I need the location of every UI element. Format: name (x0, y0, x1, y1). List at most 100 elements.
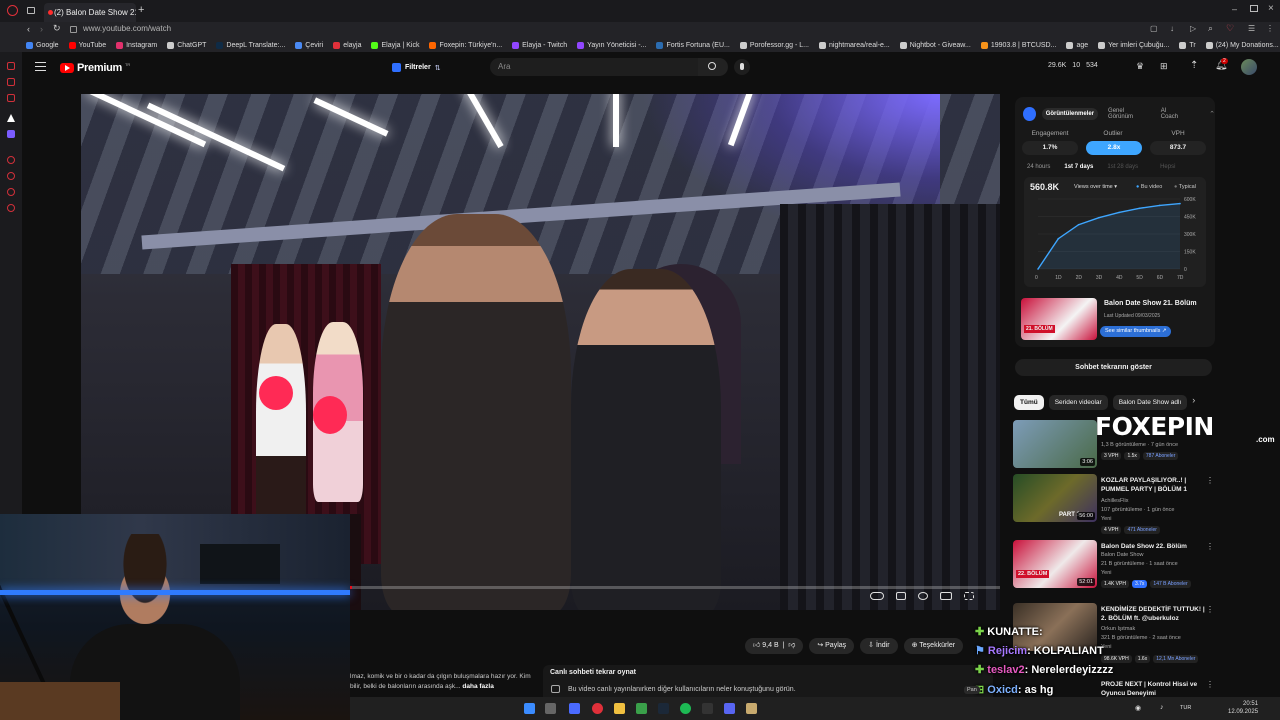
chips-next-icon[interactable]: › (1192, 395, 1195, 410)
app-icon[interactable] (636, 703, 647, 714)
sidebar-bookmarks-icon[interactable] (7, 78, 15, 86)
steam-icon[interactable] (658, 703, 669, 714)
bookmark-item[interactable]: (24) My Donations... (1205, 41, 1279, 49)
volume-icon[interactable]: ♪ (1160, 704, 1164, 711)
bookmark-item[interactable]: elayja (333, 41, 361, 49)
tab-ai-coach[interactable]: AI Coach (1157, 105, 1187, 123)
autoplay-toggle-icon[interactable] (870, 592, 884, 600)
new-tab-icon[interactable]: + (138, 4, 144, 16)
sidebar-clock-icon[interactable] (7, 188, 15, 196)
bookmark-item[interactable]: Yayın Yöneticisi -... (577, 41, 646, 49)
search-icon[interactable]: ⌕ (1208, 23, 1213, 34)
bookmark-item[interactable]: Tr (1179, 41, 1196, 49)
bookmark-item[interactable]: nightmarea/real-e... (819, 41, 890, 49)
sidebar-twitch-icon[interactable] (7, 130, 15, 138)
description-more[interactable]: daha fazla (462, 683, 493, 690)
list-item[interactable]: PART 1 56:00 KOZLAR PAYLAŞILIYOR..! | PU… (1013, 474, 1214, 534)
rec-thumbnail[interactable]: 22. BÖLÜM 52:01 (1013, 540, 1097, 588)
bookmark-item[interactable]: Nightbot - Giveaw... (899, 41, 971, 49)
league-icon[interactable] (746, 703, 757, 714)
period-7d[interactable]: 1st 7 days (1064, 164, 1093, 170)
bookmark-item[interactable]: age (1066, 41, 1088, 49)
rec-thumbnail[interactable]: PART 1 56:00 (1013, 474, 1097, 522)
bookmark-item[interactable]: DeepL Translate:... (216, 41, 285, 49)
bookmark-item[interactable]: Yer imleri Çubuğu... (1098, 41, 1169, 49)
wifi-icon[interactable]: ◉ (1135, 704, 1141, 712)
close-window-icon[interactable]: × (1268, 3, 1274, 14)
url-text[interactable]: www.youtube.com/watch (83, 24, 171, 33)
discord-icon[interactable] (724, 703, 735, 714)
voice-search-button[interactable] (734, 59, 750, 75)
share-button[interactable]: ↪ Paylaş (809, 638, 855, 654)
minimize-icon[interactable]: – (1232, 4, 1237, 14)
opera-taskbar-icon[interactable] (592, 703, 603, 714)
like-button[interactable]: 👍︎ 9,4 B | 👎︎ (745, 638, 804, 654)
list-item[interactable]: 22. BÖLÜM 52:01 Balon Date Show 22. Bölü… (1013, 540, 1214, 595)
reload-icon[interactable]: ↻ (53, 23, 61, 34)
chip-all[interactable]: Tümü (1014, 395, 1044, 410)
download-button[interactable]: ⇩ İndir (860, 638, 898, 654)
obs-icon[interactable] (702, 703, 713, 714)
bookmark-item[interactable]: Foxepin: Türkiye'n... (429, 41, 502, 49)
thumbnail-image[interactable]: 21. BÖLÜM (1021, 298, 1097, 340)
bookmark-item[interactable]: Fortis Fortuna (EU... (656, 41, 730, 49)
collapse-icon[interactable]: ⌃ (1209, 110, 1215, 118)
sidebar-tiktok-icon[interactable] (7, 114, 15, 122)
show-chat-replay-button[interactable]: Sohbet tekrarını göster (1015, 359, 1212, 376)
settings-gear-icon[interactable] (918, 592, 928, 600)
bookmark-item[interactable]: 19903.8 | BTCUSD... (980, 41, 1056, 49)
thanks-button[interactable]: ⊕ Teşekkürler (903, 638, 964, 654)
spotify-icon[interactable] (680, 703, 691, 714)
fullscreen-icon[interactable] (964, 592, 974, 600)
bookmark-item[interactable]: Google (26, 41, 59, 49)
theater-mode-icon[interactable] (940, 592, 952, 600)
rec-more-icon[interactable]: ⋮ (1206, 476, 1214, 485)
extensions-icon[interactable]: ☰ (1248, 24, 1255, 33)
bookmark-item[interactable]: Instagram (116, 41, 157, 49)
maximize-icon[interactable] (1250, 5, 1258, 12)
chip-series[interactable]: Seriden videolar (1048, 395, 1108, 410)
forward-icon[interactable]: › (40, 24, 43, 34)
youtube-premium-logo[interactable]: Premium TR (60, 62, 130, 74)
bookmark-item[interactable]: YouTube (68, 41, 106, 49)
sidebar-whatsapp-icon[interactable] (7, 156, 15, 164)
period-28d[interactable]: 1st 28 days (1107, 164, 1138, 170)
subtitles-icon[interactable] (896, 592, 906, 600)
bookmark-item[interactable]: Elayja | Kick (371, 41, 419, 49)
tab-overview-icon[interactable] (27, 7, 35, 14)
upload-icon[interactable]: ⇡ (1190, 60, 1198, 71)
explorer-icon[interactable] (614, 703, 625, 714)
task-view-icon[interactable] (545, 703, 556, 714)
tray-pill[interactable]: Pan (964, 686, 980, 694)
create-icon[interactable]: ⊞ (1160, 61, 1168, 72)
tab-views[interactable]: Görüntülenmeler (1041, 108, 1099, 120)
bookmark-item[interactable]: Porofessor.gg - L... (739, 41, 809, 49)
period-24h[interactable]: 24 hours (1027, 164, 1050, 170)
language-indicator[interactable]: TUR (1180, 705, 1191, 711)
progress-bar[interactable] (350, 586, 1000, 589)
video-description[interactable]: lmaz, komik ve bir o kadar da çılgın bul… (350, 672, 536, 692)
opera-logo-icon[interactable] (7, 5, 18, 16)
back-icon[interactable]: ‹ (27, 24, 30, 34)
trophy-icon[interactable]: ♛ (1136, 61, 1144, 72)
sidebar-settings-icon[interactable] (7, 204, 15, 212)
bookmark-item[interactable]: Çeviri (295, 41, 323, 49)
search-input[interactable]: Ara (490, 58, 698, 76)
similar-thumbnails-button[interactable]: See similar thumbnails ↗ (1100, 326, 1172, 337)
hamburger-menu-icon[interactable] (35, 62, 46, 71)
sidebar-history-icon[interactable] (7, 94, 15, 102)
download-icon[interactable]: ↓ (1170, 24, 1174, 33)
sidebar-messenger-icon[interactable] (7, 172, 15, 180)
menu-icon[interactable]: ⋮ (1266, 24, 1274, 33)
bookmark-item[interactable]: Elayja - Twitch (512, 41, 567, 49)
camera-icon[interactable]: ▢ (1150, 24, 1158, 33)
period-all[interactable]: Hepsi (1160, 164, 1175, 170)
sidebar-home-icon[interactable] (7, 62, 15, 70)
bookmark-item[interactable]: ChatGPT (167, 41, 206, 49)
start-icon[interactable] (524, 703, 535, 714)
tab-overview[interactable]: Genel Görünüm (1104, 105, 1151, 123)
search-button[interactable] (698, 58, 728, 76)
rec-more-icon[interactable]: ⋮ (1206, 605, 1214, 614)
heart-icon[interactable]: ♡ (1226, 23, 1234, 34)
play-icon[interactable]: ▷ (1190, 24, 1196, 33)
